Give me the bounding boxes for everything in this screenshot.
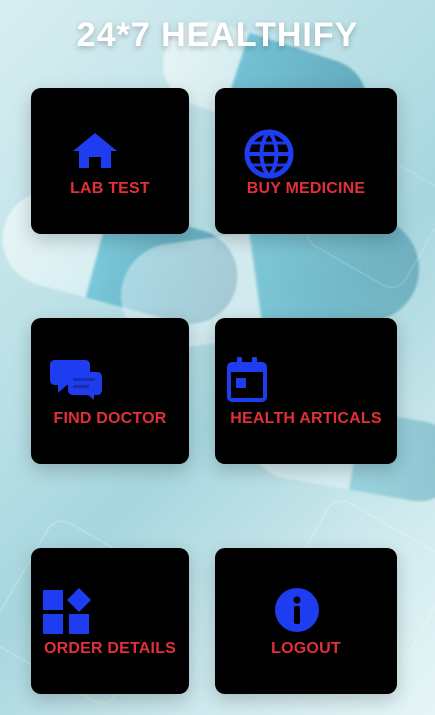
menu-tile-logout[interactable]: LOGOUT bbox=[215, 548, 397, 694]
menu-tile-health-articals[interactable]: HEALTH ARTICALS bbox=[215, 318, 397, 464]
info-icon bbox=[275, 588, 319, 632]
globe-icon bbox=[244, 129, 294, 179]
menu-tile-label: LOGOUT bbox=[271, 640, 341, 657]
widgets-icon bbox=[43, 588, 91, 634]
menu-tile-label: LAB TEST bbox=[70, 180, 150, 197]
chat-icon bbox=[50, 360, 102, 400]
app-title: 24*7 HEALTHIFY bbox=[76, 16, 359, 54]
menu-tile-label: HEALTH ARTICALS bbox=[230, 410, 382, 427]
menu-tile-label: FIND DOCTOR bbox=[53, 410, 167, 427]
menu-tile-label: BUY MEDICINE bbox=[246, 180, 366, 197]
menu-tile-order-details[interactable]: ORDER DETAILS bbox=[31, 548, 189, 694]
calendar-icon bbox=[227, 357, 267, 402]
menu-tile-find-doctor[interactable]: FIND DOCTOR bbox=[31, 318, 189, 464]
menu-tile-buy-medicine[interactable]: BUY MEDICINE bbox=[215, 88, 397, 234]
menu-tile-lab-test[interactable]: LAB TEST bbox=[31, 88, 189, 234]
menu-tile-label: ORDER DETAILS bbox=[43, 640, 177, 657]
home-icon bbox=[73, 133, 117, 168]
